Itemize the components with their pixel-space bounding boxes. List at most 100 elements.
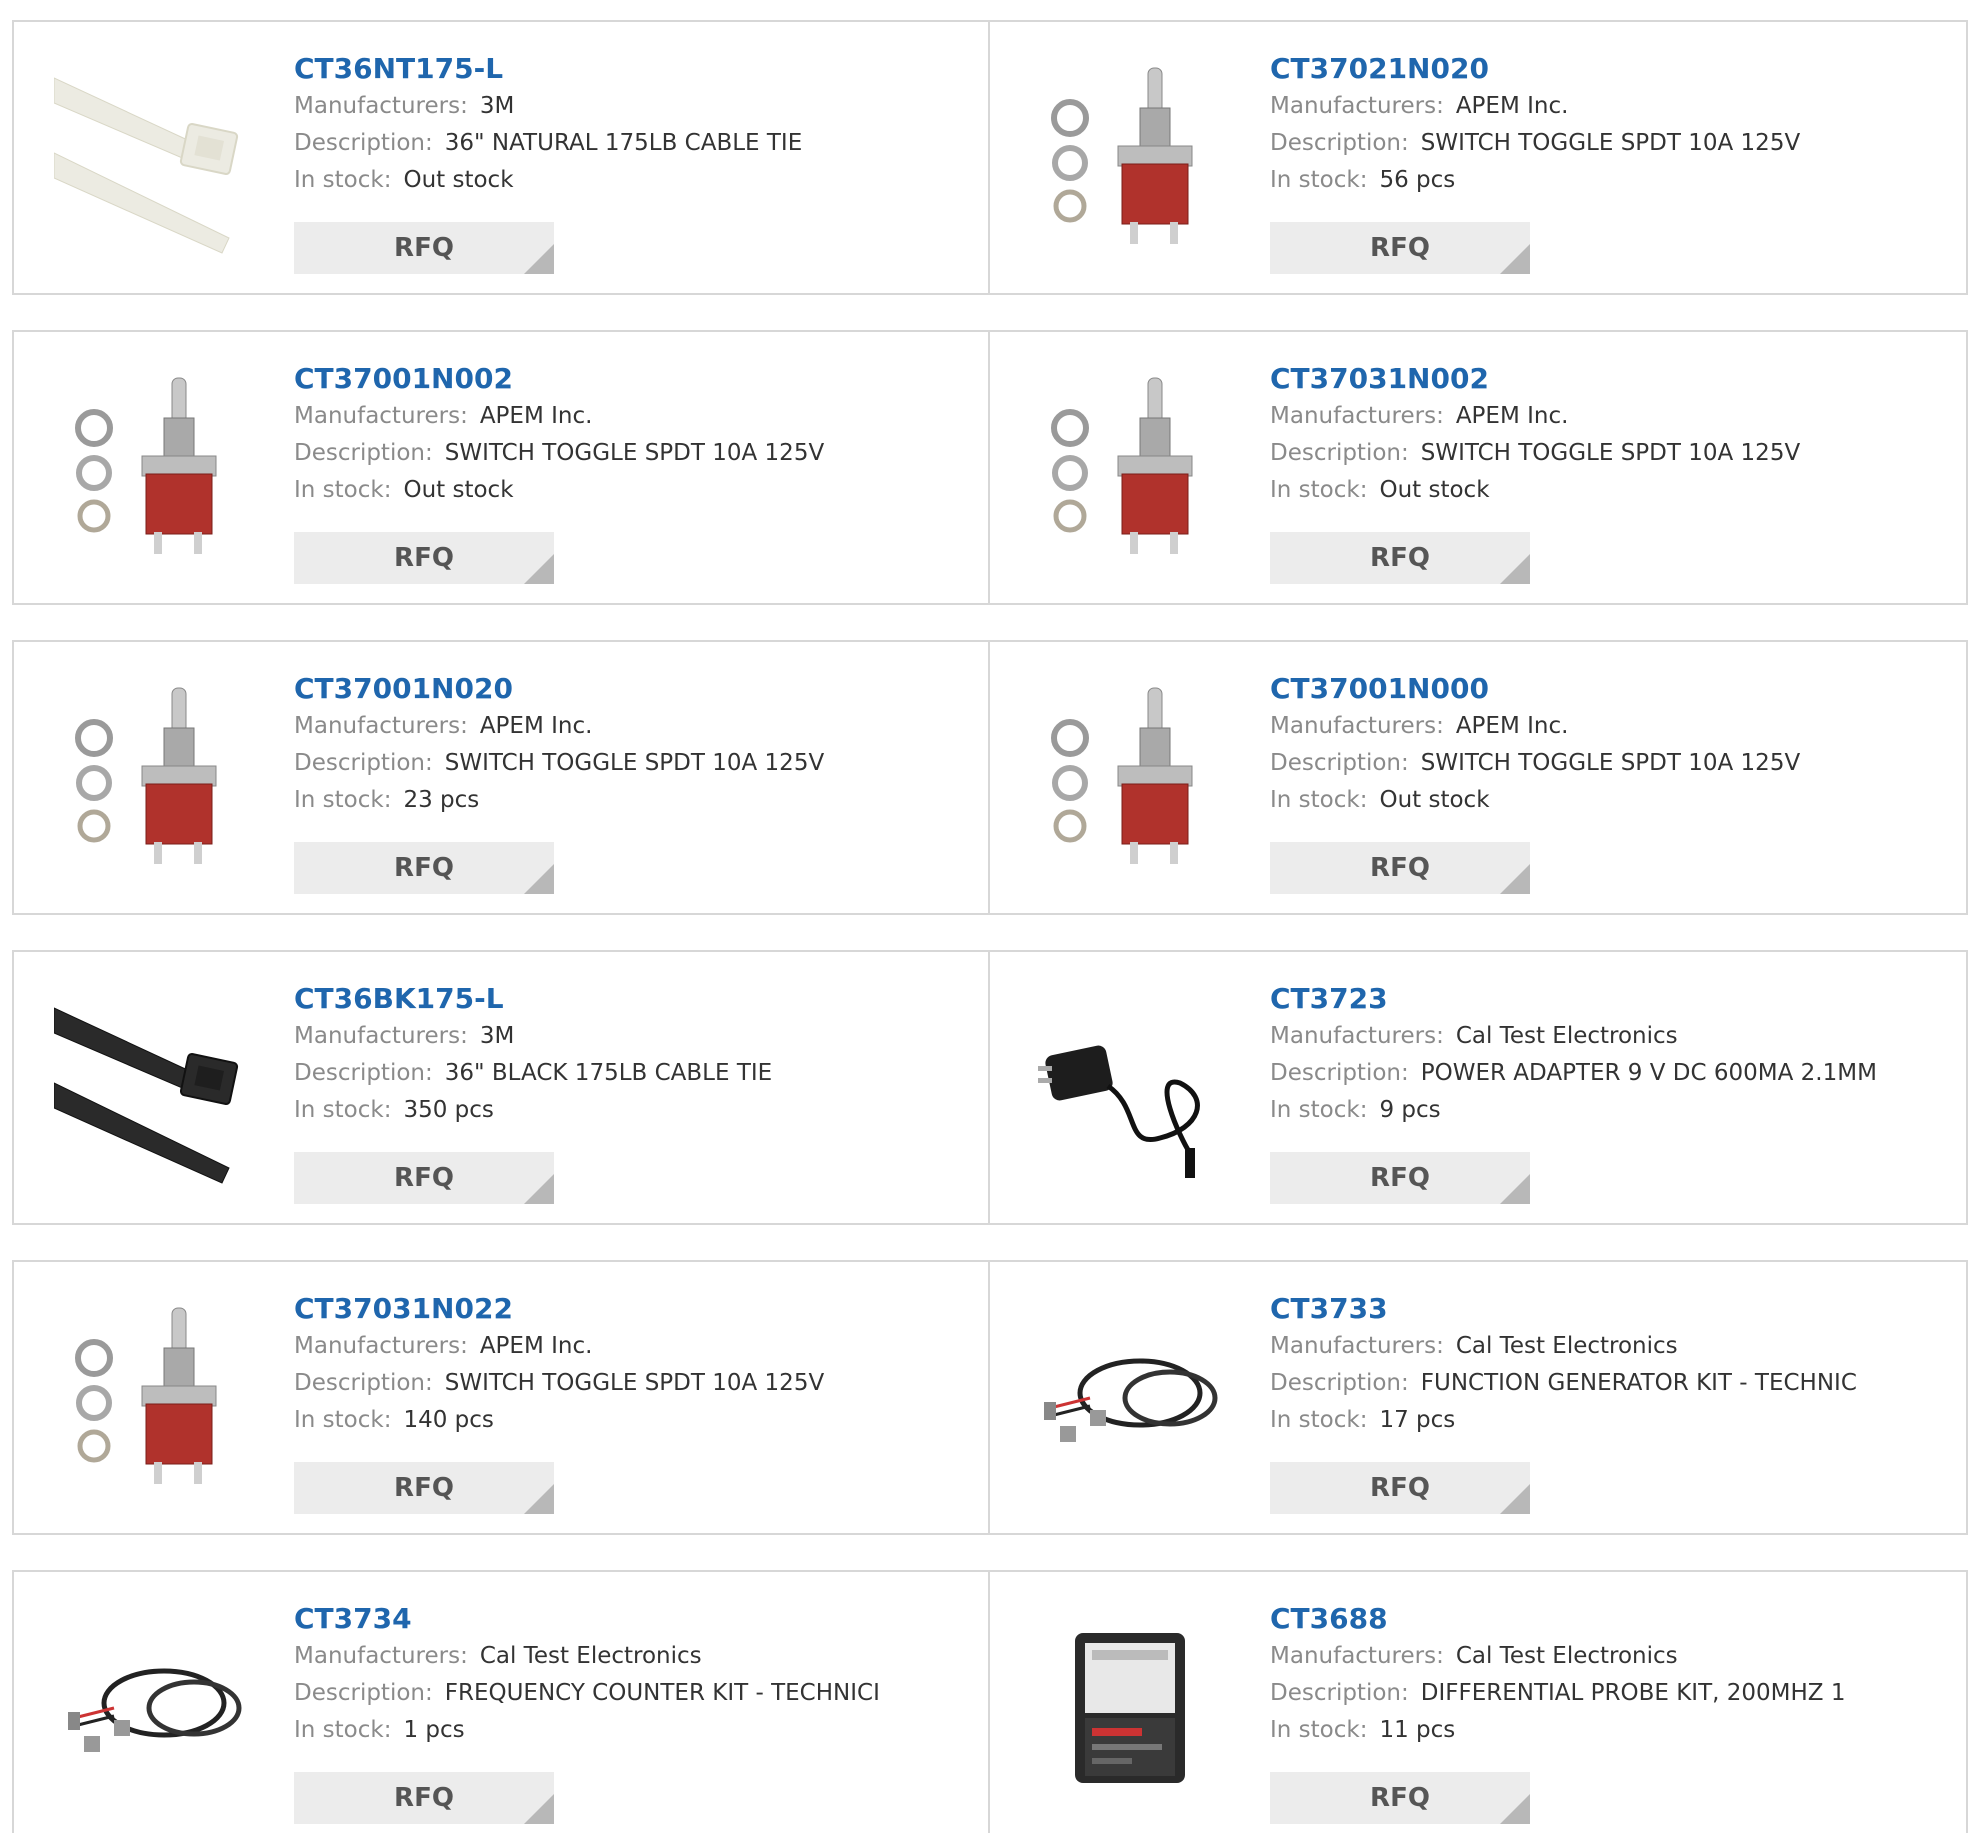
rfq-button[interactable]: RFQ (294, 842, 554, 894)
description-label: Description: (294, 1370, 433, 1396)
power-adapter-image[interactable] (1030, 988, 1230, 1188)
product-info: CT3723 Manufacturers: Cal Test Electronic… (1270, 980, 1956, 1129)
product-info: CT37001N002 Manufacturers: APEM Inc. Desc… (294, 360, 978, 509)
corner-triangle-icon (1500, 1794, 1530, 1824)
product-row: CT3734 Manufacturers: Cal Test Electronic… (12, 1570, 1968, 1833)
stock-value: 11 pcs (1379, 1717, 1456, 1743)
rfq-button[interactable]: RFQ (294, 1152, 554, 1204)
product-info: CT3688 Manufacturers: Cal Test Electronic… (1270, 1600, 1956, 1749)
product-info: CT36NT175-L Manufacturers: 3M Description… (294, 50, 978, 199)
product-info: CT36BK175-L Manufacturers: 3M Description… (294, 980, 978, 1129)
stock-value: 17 pcs (1379, 1407, 1456, 1433)
in-stock-label: In stock: (1270, 1097, 1368, 1123)
part-number-link[interactable]: CT37001N020 (294, 670, 978, 708)
manufacturer-line: Manufacturers: Cal Test Electronics (1270, 1638, 1956, 1675)
in-stock-label: In stock: (294, 1717, 392, 1743)
rfq-label: RFQ (394, 1783, 454, 1813)
product-row: CT37001N002 Manufacturers: APEM Inc. Desc… (12, 330, 1968, 605)
rfq-label: RFQ (394, 853, 454, 883)
manufacturer-value: 3M (479, 1023, 515, 1049)
rfq-button[interactable]: RFQ (294, 532, 554, 584)
toggle-switch-image[interactable] (1030, 368, 1230, 568)
description-label: Description: (294, 130, 433, 156)
stock-line: In stock: 23 pcs (294, 782, 978, 819)
description-value: DIFFERENTIAL PROBE KIT, 200MHZ 1 (1420, 1680, 1846, 1706)
corner-triangle-icon (1500, 244, 1530, 274)
cable-kit-image[interactable] (1030, 1298, 1230, 1498)
rfq-button[interactable]: RFQ (1270, 1462, 1530, 1514)
stock-line: In stock: 56 pcs (1270, 162, 1956, 199)
rfq-label: RFQ (1370, 543, 1430, 573)
toggle-switch-image[interactable] (1030, 678, 1230, 878)
manufacturers-label: Manufacturers: (294, 713, 468, 739)
rfq-button[interactable]: RFQ (294, 222, 554, 274)
product-row: CT37031N022 Manufacturers: APEM Inc. Desc… (12, 1260, 1968, 1535)
toggle-switch-image[interactable] (1030, 58, 1230, 258)
description-label: Description: (294, 750, 433, 776)
in-stock-label: In stock: (1270, 787, 1368, 813)
description-line: Description: SWITCH TOGGLE SPDT 10A 125V (294, 745, 978, 782)
part-number-link[interactable]: CT37001N000 (1270, 670, 1956, 708)
toggle-switch-image[interactable] (54, 1298, 254, 1498)
product-card: CT37001N002 Manufacturers: APEM Inc. Desc… (12, 330, 990, 605)
corner-triangle-icon (1500, 554, 1530, 584)
description-line: Description: FREQUENCY COUNTER KIT - TECH… (294, 1675, 978, 1712)
part-number-link[interactable]: CT37031N022 (294, 1290, 978, 1328)
description-value: SWITCH TOGGLE SPDT 10A 125V (1420, 750, 1801, 776)
rfq-button[interactable]: RFQ (1270, 1152, 1530, 1204)
probe-kit-case-image[interactable] (1030, 1608, 1230, 1808)
rfq-button[interactable]: RFQ (294, 1462, 554, 1514)
rfq-label: RFQ (1370, 233, 1430, 263)
stock-value: 140 pcs (403, 1407, 494, 1433)
stock-value: 56 pcs (1379, 167, 1456, 193)
part-number-link[interactable]: CT36NT175-L (294, 50, 978, 88)
product-row: CT37001N020 Manufacturers: APEM Inc. Desc… (12, 640, 1968, 915)
product-card: CT37021N020 Manufacturers: APEM Inc. Desc… (990, 20, 1968, 295)
cable-kit-image[interactable] (54, 1608, 254, 1808)
manufacturers-label: Manufacturers: (294, 93, 468, 119)
rfq-button[interactable]: RFQ (1270, 222, 1530, 274)
part-number-link[interactable]: CT3734 (294, 1600, 978, 1638)
description-value: SWITCH TOGGLE SPDT 10A 125V (1420, 130, 1801, 156)
toggle-switch-image[interactable] (54, 368, 254, 568)
part-number-link[interactable]: CT3723 (1270, 980, 1956, 1018)
stock-line: In stock: Out stock (294, 472, 978, 509)
stock-line: In stock: Out stock (1270, 472, 1956, 509)
manufacturer-value: APEM Inc. (1455, 93, 1569, 119)
part-number-link[interactable]: CT3733 (1270, 1290, 1956, 1328)
description-value: 36" BLACK 175LB CABLE TIE (444, 1060, 773, 1086)
stock-line: In stock: 350 pcs (294, 1092, 978, 1129)
description-label: Description: (1270, 1370, 1409, 1396)
description-line: Description: POWER ADAPTER 9 V DC 600MA 2… (1270, 1055, 1956, 1092)
cable-tie-black-image[interactable] (54, 988, 254, 1188)
product-info: CT37001N020 Manufacturers: APEM Inc. Desc… (294, 670, 978, 819)
toggle-switch-image[interactable] (54, 678, 254, 878)
in-stock-label: In stock: (1270, 1717, 1368, 1743)
stock-value: 9 pcs (1379, 1097, 1441, 1123)
rfq-button[interactable]: RFQ (1270, 842, 1530, 894)
description-label: Description: (1270, 440, 1409, 466)
manufacturers-label: Manufacturers: (294, 1023, 468, 1049)
stock-line: In stock: Out stock (294, 162, 978, 199)
rfq-label: RFQ (1370, 1783, 1430, 1813)
description-line: Description: SWITCH TOGGLE SPDT 10A 125V (1270, 125, 1956, 162)
rfq-button[interactable]: RFQ (1270, 532, 1530, 584)
product-card: CT3734 Manufacturers: Cal Test Electronic… (12, 1570, 990, 1833)
manufacturer-value: APEM Inc. (479, 403, 593, 429)
part-number-link[interactable]: CT37021N020 (1270, 50, 1956, 88)
rfq-button[interactable]: RFQ (1270, 1772, 1530, 1824)
part-number-link[interactable]: CT37001N002 (294, 360, 978, 398)
part-number-link[interactable]: CT36BK175-L (294, 980, 978, 1018)
manufacturer-line: Manufacturers: 3M (294, 1018, 978, 1055)
rfq-button[interactable]: RFQ (294, 1772, 554, 1824)
product-info: CT37021N020 Manufacturers: APEM Inc. Desc… (1270, 50, 1956, 199)
part-number-link[interactable]: CT3688 (1270, 1600, 1956, 1638)
corner-triangle-icon (1500, 864, 1530, 894)
in-stock-label: In stock: (1270, 477, 1368, 503)
manufacturer-line: Manufacturers: Cal Test Electronics (1270, 1018, 1956, 1055)
product-info: CT3733 Manufacturers: Cal Test Electronic… (1270, 1290, 1956, 1439)
part-number-link[interactable]: CT37031N002 (1270, 360, 1956, 398)
product-card: CT37031N002 Manufacturers: APEM Inc. Desc… (990, 330, 1968, 605)
rfq-label: RFQ (394, 543, 454, 573)
cable-tie-natural-image[interactable] (54, 58, 254, 258)
